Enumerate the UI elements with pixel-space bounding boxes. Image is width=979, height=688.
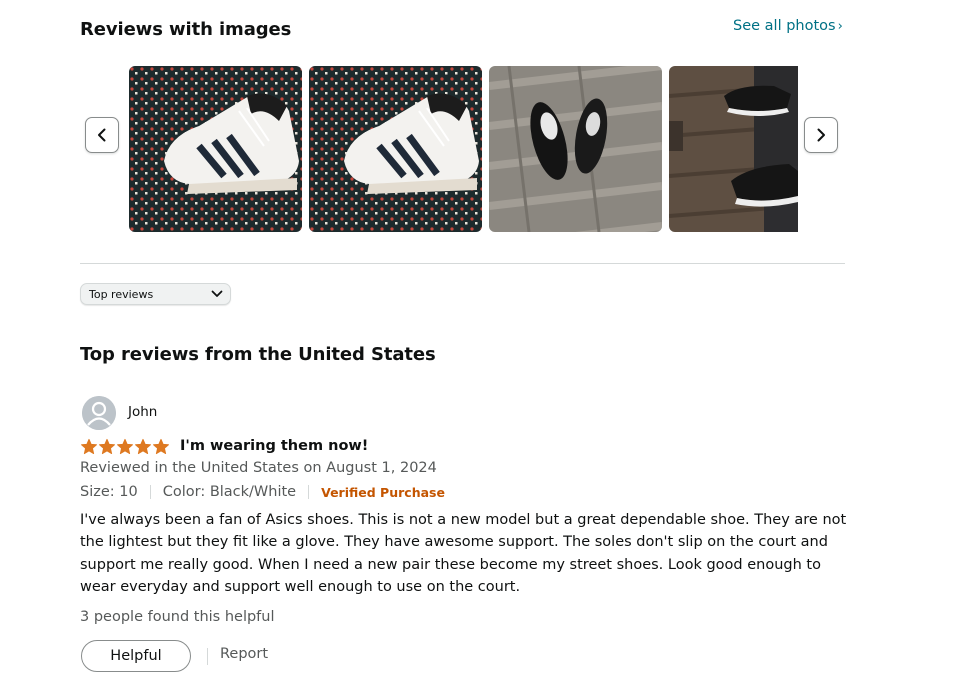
sort-selected-value: Top reviews <box>89 287 154 301</box>
format-separator <box>308 485 310 499</box>
chevron-right-icon <box>817 128 825 142</box>
review-format-strip[interactable]: Size: 10 Color: Black/White Verified Pur… <box>80 484 445 500</box>
section-divider <box>80 263 845 264</box>
format-separator <box>149 485 151 499</box>
see-all-photos-link[interactable]: See all photos › <box>733 18 843 34</box>
star-icon <box>117 438 133 455</box>
shoe-photo-icon <box>129 66 302 232</box>
shoe-photo-icon <box>489 66 662 232</box>
helpful-button[interactable]: Helpful <box>81 640 191 672</box>
reviews-with-images-heading: Reviews with images <box>80 19 292 40</box>
review-title[interactable]: I'm wearing them now! <box>180 438 368 454</box>
action-separator <box>207 648 208 665</box>
shoe-photo-icon <box>309 66 482 232</box>
star-icon <box>153 438 169 455</box>
helpful-count: 3 people found this helpful <box>80 609 275 625</box>
report-link[interactable]: Report <box>220 646 268 662</box>
carousel-next-button[interactable] <box>804 117 838 153</box>
review-body: I've always been a fan of Asics shoes. T… <box>80 512 847 596</box>
reviewer-name[interactable]: John <box>128 404 157 420</box>
size-attribute: Size: 10 <box>80 484 138 500</box>
review-image-thumbnail-4[interactable] <box>669 66 798 232</box>
star-rating[interactable] <box>80 438 170 456</box>
verified-purchase-badge: Verified Purchase <box>321 484 445 500</box>
review-image-thumbnail-1[interactable] <box>129 66 302 232</box>
review-image-thumbnail-3[interactable] <box>489 66 662 232</box>
sort-reviews-dropdown[interactable]: Top reviews <box>80 283 231 305</box>
top-reviews-heading: Top reviews from the United States <box>80 344 436 365</box>
chevron-down-icon <box>211 290 223 297</box>
star-icon <box>135 438 151 455</box>
color-attribute: Color: Black/White <box>162 484 297 500</box>
chevron-left-icon <box>98 128 106 142</box>
shoe-photo-icon <box>669 66 798 232</box>
carousel-prev-button[interactable] <box>85 117 119 153</box>
star-icon <box>81 438 97 455</box>
see-all-photos-label: See all photos <box>733 18 836 34</box>
star-icon <box>99 438 115 455</box>
chevron-right-small-icon: › <box>837 19 843 34</box>
review-image-thumbnail-2[interactable] <box>309 66 482 232</box>
user-avatar-icon <box>82 396 116 430</box>
avatar[interactable] <box>82 396 116 430</box>
review-date: Reviewed in the United States on August … <box>80 460 437 476</box>
